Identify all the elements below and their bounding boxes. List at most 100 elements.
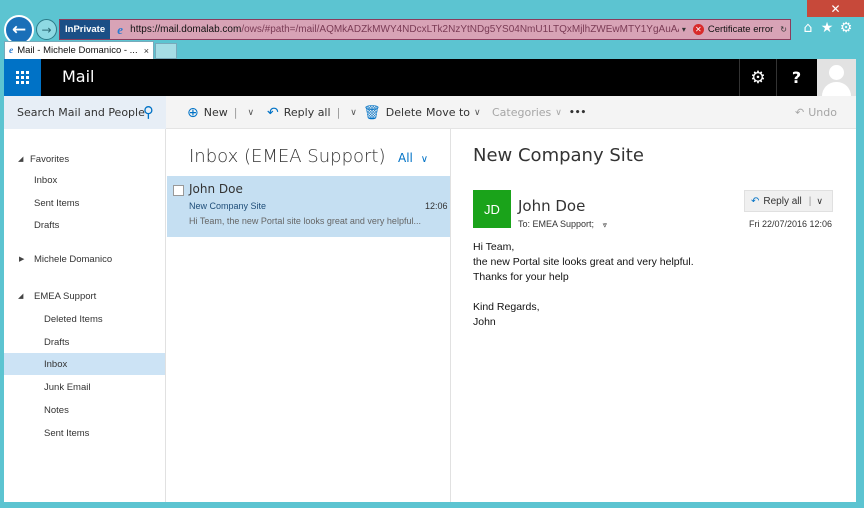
chevron-down-icon: ∨ <box>474 107 481 118</box>
chevron-down-icon[interactable]: ∨ <box>247 108 254 118</box>
app-launcher-button[interactable] <box>4 59 41 96</box>
trash-icon: 🗑 <box>363 104 381 121</box>
search-input[interactable]: Search Mail and People ⚲ <box>4 96 166 129</box>
delete-label: Delete <box>385 106 422 119</box>
email-body: Hi Team, the new Portal site looks great… <box>473 240 694 330</box>
categories-button[interactable]: Categories ∨ <box>492 96 562 129</box>
new-button[interactable]: ⊕ New | ∨ <box>187 96 254 129</box>
folder-pane: ◢ Favorites Inbox Sent Items Drafts ▶ Mi… <box>4 129 166 502</box>
folder-notes[interactable]: Notes <box>4 399 165 421</box>
search-icon[interactable]: ⚲ <box>143 103 154 121</box>
favorite-inbox[interactable]: Inbox <box>4 169 165 191</box>
forward-button[interactable]: → <box>36 19 57 40</box>
expand-recipients-icon[interactable]: ⩔ <box>603 220 608 229</box>
collapse-triangle-icon: ◢ <box>18 293 24 300</box>
reply-all-message-button[interactable]: ↶ Reply all | ∨ <box>744 190 833 212</box>
move-to-label: Move to <box>426 106 471 119</box>
chevron-down-icon[interactable]: ∨ <box>816 196 823 207</box>
help-button[interactable]: ? <box>776 59 816 96</box>
message-list: Inbox (EMEA Support) All ∨ John Doe New … <box>167 129 451 502</box>
account-michele-domanico[interactable]: ▶ Michele Domanico <box>4 248 165 270</box>
body-line: Thanks for your help <box>473 271 569 283</box>
owa-window: Mail ⚙ ? Search Mail and People ⚲ ⊕ New … <box>4 59 856 502</box>
certificate-error-icon[interactable]: ✕ <box>692 24 704 35</box>
folder-label: Inbox <box>34 174 58 186</box>
user-avatar[interactable] <box>817 59 856 96</box>
gear-icon: ⚙ <box>750 67 766 88</box>
to-label: To: EMEA Support; <box>518 219 595 229</box>
undo-icon: ↶ <box>795 106 805 119</box>
email-subject: New Company Site <box>473 145 644 166</box>
new-tab-button[interactable] <box>155 43 177 59</box>
folder-sent-items[interactable]: Sent Items <box>4 422 165 444</box>
url-text[interactable]: https://mail.domalab.com/ows/#path=/mail… <box>130 24 679 35</box>
favorite-sent-items[interactable]: Sent Items <box>4 192 165 214</box>
favorites-header[interactable]: ◢ Favorites <box>4 148 165 170</box>
message-row[interactable]: John Doe New Company Site 12:06 Hi Team,… <box>167 176 450 237</box>
inprivate-badge: InPrivate <box>60 20 111 39</box>
browser-tab[interactable]: e Mail - Michele Domanico - ... × <box>4 41 154 59</box>
app-title: Mail <box>62 67 95 86</box>
home-icon[interactable]: ⌂ <box>800 20 816 36</box>
email-date: Fri 22/07/2016 12:06 <box>749 219 833 229</box>
chevron-down-icon: ∨ <box>555 107 562 118</box>
certificate-error-label[interactable]: Certificate error <box>704 24 777 35</box>
favorites-label: Favorites <box>30 153 70 165</box>
tab-title: Mail - Michele Domanico - ... <box>17 45 138 56</box>
folder-label: Junk Email <box>44 381 91 393</box>
url-host: https://mail.domalab.com <box>130 24 242 35</box>
sender-name[interactable]: John Doe <box>518 197 585 215</box>
new-label: New <box>203 106 228 119</box>
arrow-right-icon: → <box>41 22 52 37</box>
expand-triangle-icon: ▶ <box>19 256 25 263</box>
top-bar: Mail ⚙ ? <box>4 59 856 96</box>
account-label: Michele Domanico <box>34 253 113 265</box>
sender-avatar[interactable]: JD <box>473 190 511 228</box>
address-bar[interactable]: InPrivate e https://mail.domalab.com/ows… <box>59 19 791 40</box>
reading-pane: New Company Site JD John Doe To: EMEA Su… <box>452 129 856 502</box>
close-window-button[interactable]: ✕ <box>807 0 864 17</box>
reply-all-label: Reply all <box>283 106 331 119</box>
chevron-down-icon: ∨ <box>420 154 429 165</box>
folder-title: Inbox (EMEA Support) <box>189 146 386 167</box>
reply-all-icon: ↶ <box>267 104 279 121</box>
recipient-line: To: EMEA Support; ⩔ <box>518 219 607 230</box>
folder-inbox[interactable]: Inbox <box>4 353 165 375</box>
reply-all-icon: ↶ <box>751 195 760 207</box>
folder-junk-email[interactable]: Junk Email <box>4 376 165 398</box>
reply-all-button[interactable]: ↶ Reply all | ∨ <box>267 96 357 129</box>
categories-label: Categories <box>492 106 552 119</box>
message-subject: New Company Site <box>189 201 267 211</box>
message-sender: John Doe <box>189 182 243 196</box>
more-actions-button[interactable]: ••• <box>569 96 586 129</box>
body-line: Hi Team, <box>473 241 515 253</box>
reply-all-label: Reply all <box>763 195 802 207</box>
message-time: 12:06 <box>425 201 448 211</box>
undo-button[interactable]: ↶ Undo <box>795 96 837 129</box>
folder-label: Sent Items <box>34 197 80 209</box>
settings-gear-icon[interactable]: ⚙ <box>838 20 854 36</box>
refresh-icon[interactable]: ↻ <box>777 25 790 34</box>
move-to-button[interactable]: Move to ∨ <box>426 96 481 129</box>
ie-page-icon: e <box>117 21 124 37</box>
settings-button[interactable]: ⚙ <box>739 59 776 96</box>
group-emea-support[interactable]: ◢ EMEA Support <box>4 285 165 307</box>
delete-button[interactable]: 🗑 Delete <box>363 96 422 129</box>
undo-label: Undo <box>808 106 837 119</box>
folder-label: Drafts <box>34 219 60 231</box>
filter-dropdown[interactable]: All ∨ <box>398 151 428 165</box>
collapse-triangle-icon: ◢ <box>18 156 24 163</box>
search-placeholder: Search Mail and People <box>17 106 145 119</box>
favorite-drafts[interactable]: Drafts <box>4 214 165 236</box>
favorites-star-icon[interactable]: ★ <box>819 20 835 36</box>
ie-tab-icon: e <box>9 45 14 56</box>
body-line: John <box>473 316 496 328</box>
folder-deleted-items[interactable]: Deleted Items <box>4 308 165 330</box>
chevron-down-icon[interactable]: ∨ <box>350 108 357 118</box>
message-checkbox[interactable] <box>173 185 184 196</box>
command-bar: Search Mail and People ⚲ ⊕ New | ∨ ↶ Repl… <box>4 96 856 129</box>
group-label: EMEA Support <box>34 290 97 302</box>
search-dropdown-icon[interactable]: ▾ <box>679 25 689 34</box>
tab-close-icon[interactable]: × <box>144 46 149 56</box>
folder-drafts[interactable]: Drafts <box>4 331 165 353</box>
